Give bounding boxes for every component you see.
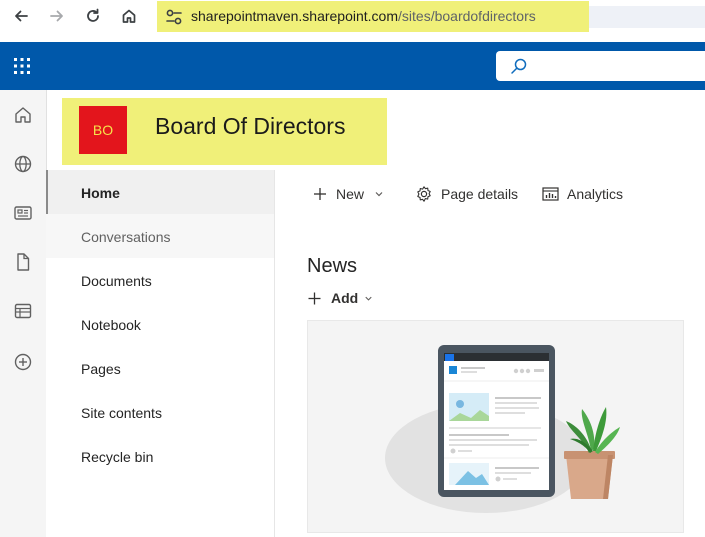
left-navigation: Home Conversations Documents Notebook Pa… [46,170,275,537]
home-icon [122,9,136,23]
news-icon[interactable] [12,202,34,224]
page-details-button[interactable]: Page details [415,184,518,204]
home-icon[interactable] [12,104,34,126]
nav-item-label: Home [81,185,120,201]
site-logo-initials: BO [92,122,114,138]
site-logo[interactable]: BO [79,106,127,154]
app-bar [0,90,47,537]
analytics-label: Analytics [567,186,624,202]
nav-item-label: Recycle bin [81,449,154,465]
site-title[interactable]: Board Of Directors [155,113,345,140]
plus-icon [308,292,321,304]
gear-icon [417,186,431,202]
nav-item-label: Pages [81,361,121,377]
nav-item-label: Notebook [81,317,141,333]
forward-button[interactable] [45,4,69,28]
news-placeholder-illustration [307,320,684,533]
arrow-right-icon [50,10,63,22]
chevron-down-icon [365,296,372,301]
globe-icon[interactable] [12,153,34,175]
nav-item-label: Conversations [81,229,171,245]
nav-item-recycle-bin[interactable]: Recycle bin [46,434,274,478]
home-button[interactable] [117,4,141,28]
search-icon [511,58,527,74]
nav-item-conversations[interactable]: Conversations [46,214,274,258]
nav-item-notebook[interactable]: Notebook [46,302,274,346]
reload-icon [87,8,99,22]
lists-icon[interactable] [12,300,34,322]
suite-bar [0,42,705,90]
url-path: /sites/boardofdirectors [398,8,536,24]
nav-item-label: Documents [81,273,152,289]
nav-item-home[interactable]: Home [46,170,274,214]
new-button[interactable]: New [312,184,385,204]
search-input[interactable] [496,51,705,81]
nav-item-documents[interactable]: Documents [46,258,274,302]
page-details-label: Page details [441,186,519,202]
chevron-down-icon [375,192,383,197]
url-host: sharepointmaven.sharepoint.com [191,8,399,24]
add-news-label: Add [331,290,359,306]
analytics-button[interactable]: Analytics [542,184,623,204]
add-icon[interactable] [12,351,34,373]
back-button[interactable] [9,4,33,28]
tablet-plant-illustration [385,345,620,513]
arrow-left-icon [15,10,28,22]
tune-icon[interactable] [165,8,183,26]
document-icon[interactable] [12,251,34,273]
app-launcher-icon[interactable] [13,57,31,75]
news-heading: News [307,255,358,277]
address-bar[interactable]: sharepointmaven.sharepoint.com/sites/boa… [157,1,589,32]
nav-item-label: Site contents [81,405,162,421]
address-bar-extension [589,6,705,28]
nav-item-pages[interactable]: Pages [46,346,274,390]
nav-item-site-contents[interactable]: Site contents [46,390,274,434]
browser-toolbar: sharepointmaven.sharepoint.com/sites/boa… [0,0,705,32]
add-news-button[interactable]: Add [307,289,374,307]
url-text: sharepointmaven.sharepoint.com/sites/boa… [191,8,536,24]
reload-button[interactable] [81,4,105,28]
new-button-label: New [336,186,365,202]
plus-icon [314,188,326,200]
analytics-icon [542,187,559,201]
